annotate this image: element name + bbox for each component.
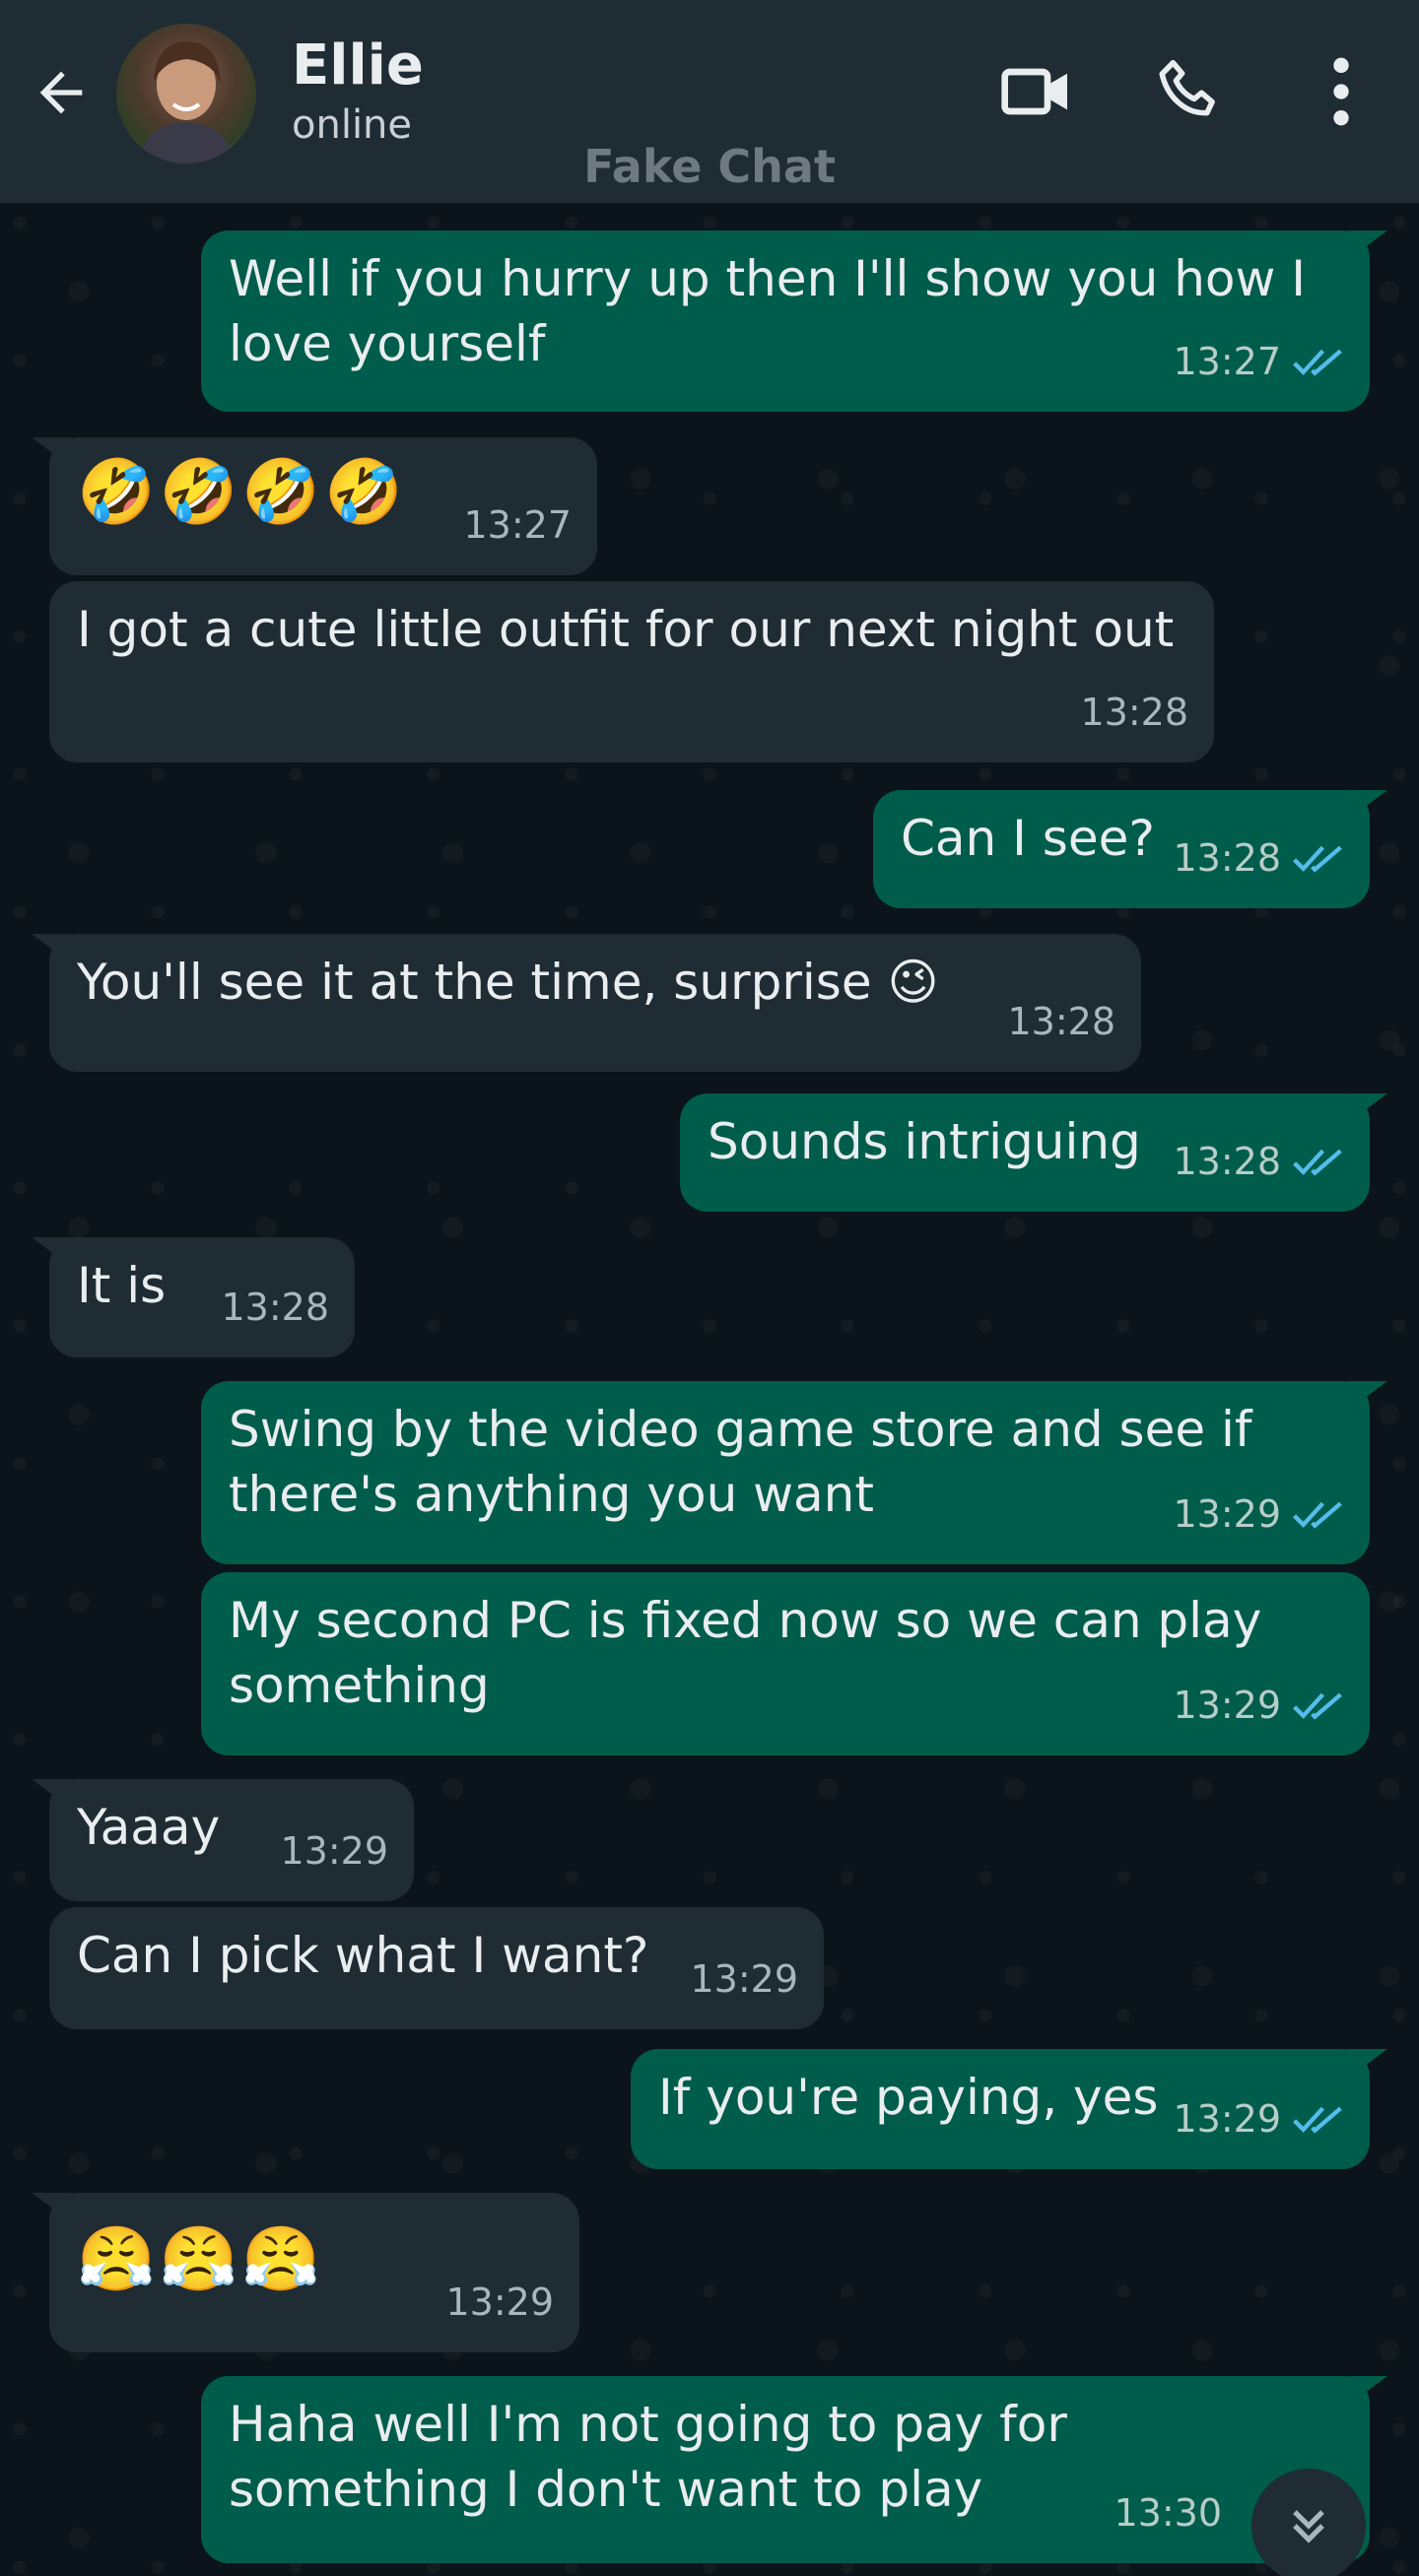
message-bubble-incoming[interactable]: Can I pick what I want? 13:29 xyxy=(49,1907,824,2029)
double-check-icon xyxy=(1293,845,1342,873)
message-time: 13:28 xyxy=(1173,1140,1281,1183)
message-time: 13:28 xyxy=(1080,691,1188,734)
message-time: 13:29 xyxy=(280,1829,388,1873)
message-time: 13:28 xyxy=(1007,1000,1115,1043)
message-bubble-outgoing[interactable]: Sounds intriguing 13:28 xyxy=(680,1093,1387,1212)
message-bubble-incoming[interactable]: 🤣🤣🤣🤣 13:27 xyxy=(32,437,597,575)
more-options-icon[interactable] xyxy=(1297,47,1385,136)
double-check-icon xyxy=(1293,1501,1342,1529)
double-check-icon xyxy=(1293,2106,1342,2134)
message-list[interactable]: Well if you hurry up then I'll show you … xyxy=(0,203,1419,2576)
message-time: 13:28 xyxy=(221,1286,329,1329)
double-check-icon xyxy=(1293,349,1342,376)
message-bubble-outgoing[interactable]: Well if you hurry up then I'll show you … xyxy=(201,231,1387,412)
scroll-down-icon[interactable] xyxy=(1251,2469,1366,2576)
message-text: I got a cute little outfit for our next … xyxy=(77,601,1175,658)
message-bubble-outgoing[interactable]: If you're paying, yes 13:29 xyxy=(631,2049,1387,2169)
message-bubble-incoming[interactable]: Yaaay 13:29 xyxy=(32,1779,414,1901)
message-time: 13:29 xyxy=(445,2280,554,2324)
message-bubble-incoming[interactable]: It is 13:28 xyxy=(32,1237,355,1357)
double-check-icon xyxy=(1293,1692,1342,1720)
message-time: 13:27 xyxy=(463,503,572,547)
chat-header: Ellie online Fake Chat xyxy=(0,0,1419,203)
message-bubble-incoming[interactable]: I got a cute little outfit for our next … xyxy=(49,581,1214,762)
message-time: 13:29 xyxy=(1173,1684,1281,1727)
message-time: 13:27 xyxy=(1173,340,1281,383)
message-text: You'll see it at the time, surprise 😉 xyxy=(77,954,939,1011)
phone-icon[interactable] xyxy=(1145,47,1234,136)
message-text: Can I pick what I want? xyxy=(77,1927,649,1984)
watermark: Fake Chat xyxy=(583,140,836,193)
message-bubble-incoming[interactable]: You'll see it at the time, surprise 😉 13… xyxy=(32,934,1141,1072)
message-time: 13:29 xyxy=(690,1957,798,2001)
message-time: 13:30 xyxy=(1114,2491,1222,2535)
message-time: 13:28 xyxy=(1173,836,1281,880)
contact-name[interactable]: Ellie xyxy=(292,33,424,98)
message-bubble-outgoing[interactable]: Swing by the video game store and see if… xyxy=(201,1381,1387,1564)
back-arrow-icon[interactable] xyxy=(26,57,97,128)
message-bubble-outgoing[interactable]: Haha well I'm not going to pay for somet… xyxy=(201,2376,1387,2563)
message-bubble-incoming[interactable]: 😤😤😤 13:29 xyxy=(32,2193,579,2352)
double-check-icon xyxy=(1293,1149,1342,1176)
message-time: 13:29 xyxy=(1173,1492,1281,1536)
video-call-icon[interactable] xyxy=(993,47,1082,136)
message-bubble-outgoing[interactable]: My second PC is fixed now so we can play… xyxy=(201,1572,1370,1755)
message-time: 13:29 xyxy=(1173,2097,1281,2141)
message-bubble-outgoing[interactable]: Can I see? 13:28 xyxy=(873,790,1387,908)
